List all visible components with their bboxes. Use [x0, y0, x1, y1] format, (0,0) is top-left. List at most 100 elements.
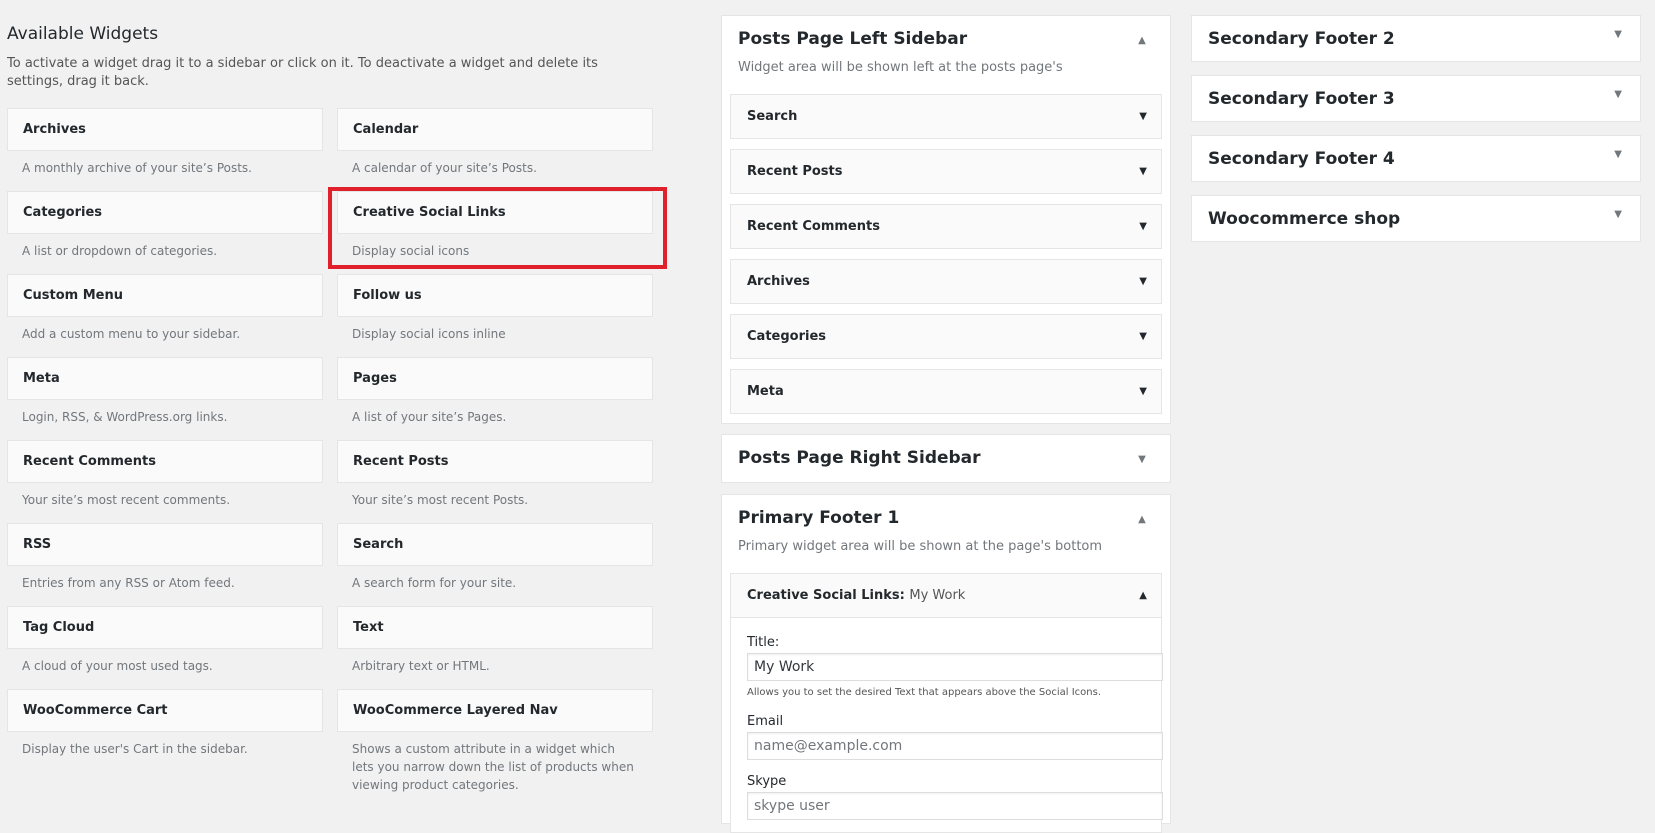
widget-recent-comments[interactable]: Recent Comments Your site’s most recent … [7, 440, 323, 509]
arrow-down-icon[interactable]: ▼ [1614, 149, 1622, 160]
widget-follow-us[interactable]: Follow us Display social icons inline [337, 274, 653, 343]
secondary-footer-4[interactable]: Secondary Footer 4 ▼ [1191, 135, 1641, 182]
sidebar-widget-categories[interactable]: Categories ▼ [730, 314, 1162, 359]
creative-social-links-widget-open: Creative Social Links: My Work ▲ Title: … [730, 573, 1163, 833]
widget-title[interactable]: Categories [747, 315, 826, 358]
sidebar-title[interactable]: Secondary Footer 2 [1208, 29, 1395, 49]
widget-title[interactable]: Recent Comments [7, 440, 323, 483]
widget-description: Display social icons inline [352, 327, 506, 341]
sidebar-widget-recent-comments[interactable]: Recent Comments ▼ [730, 204, 1162, 249]
sidebar-title[interactable]: Posts Page Left Sidebar [738, 29, 967, 49]
widget-text[interactable]: Text Arbitrary text or HTML. [337, 606, 653, 675]
widget-description: A list of your site’s Pages. [352, 410, 507, 424]
widget-calendar[interactable]: Calendar A calendar of your site’s Posts… [337, 108, 653, 177]
title-help-text: Allows you to set the desired Text that … [747, 687, 1102, 698]
widget-title[interactable]: WooCommerce Cart [7, 689, 323, 732]
widget-description: A calendar of your site’s Posts. [352, 161, 537, 175]
sidebar-widget-archives[interactable]: Archives ▼ [730, 259, 1162, 304]
widget-pages[interactable]: Pages A list of your site’s Pages. [337, 357, 653, 426]
widget-title[interactable]: Archives [747, 260, 810, 303]
sidebar-title[interactable]: Posts Page Right Sidebar [738, 448, 981, 468]
widget-header[interactable]: Creative Social Links: My Work ▲ [731, 574, 1161, 618]
widget-categories[interactable]: Categories A list or dropdown of categor… [7, 191, 323, 260]
sidebar-title[interactable]: Secondary Footer 4 [1208, 149, 1395, 169]
widget-description: A search form for your site. [352, 576, 517, 590]
email-label: Email [747, 714, 784, 729]
arrow-down-icon[interactable]: ▼ [1139, 315, 1147, 358]
widget-title[interactable]: Creative Social Links [337, 191, 653, 234]
posts-page-right-sidebar[interactable]: Posts Page Right Sidebar ▼ [721, 434, 1171, 483]
arrow-down-icon[interactable]: ▼ [1139, 205, 1147, 248]
widget-description: A cloud of your most used tags. [22, 659, 213, 673]
available-widgets-description: To activate a widget drag it to a sideba… [7, 56, 598, 89]
sidebar-widget-meta[interactable]: Meta ▼ [730, 369, 1162, 414]
email-input[interactable] [747, 732, 1163, 760]
widget-title[interactable]: Calendar [337, 108, 653, 151]
widget-title[interactable]: RSS [7, 523, 323, 566]
widget-title[interactable]: Recent Comments [747, 205, 880, 248]
widget-custom-menu[interactable]: Custom Menu Add a custom menu to your si… [7, 274, 323, 343]
widget-description: Display the user's Cart in the sidebar. [22, 742, 248, 756]
skype-label: Skype [747, 774, 787, 789]
widget-recent-posts[interactable]: Recent Posts Your site’s most recent Pos… [337, 440, 653, 509]
widget-rss[interactable]: RSS Entries from any RSS or Atom feed. [7, 523, 323, 592]
sidebar-title[interactable]: Primary Footer 1 [738, 508, 899, 528]
widget-title[interactable]: Search [337, 523, 653, 566]
widget-title[interactable]: Tag Cloud [7, 606, 323, 649]
title-label: Title: [747, 635, 780, 650]
widget-title[interactable]: Custom Menu [7, 274, 323, 317]
widget-description: Your site’s most recent comments. [22, 493, 231, 507]
skype-input[interactable] [747, 792, 1163, 820]
sidebar-widget-recent-posts[interactable]: Recent Posts ▼ [730, 149, 1162, 194]
widget-title[interactable]: Archives [7, 108, 323, 151]
arrow-down-icon[interactable]: ▼ [1614, 209, 1622, 220]
sidebar-description: Primary widget area will be shown at the… [738, 539, 1103, 554]
arrow-down-icon[interactable]: ▼ [1614, 29, 1622, 40]
widget-title[interactable]: Recent Posts [337, 440, 653, 483]
arrow-down-icon[interactable]: ▼ [1132, 450, 1152, 470]
arrow-down-icon[interactable]: ▼ [1139, 95, 1147, 138]
arrow-down-icon[interactable]: ▼ [1614, 89, 1622, 100]
widget-title[interactable]: Meta [7, 357, 323, 400]
widget-title[interactable]: Search [747, 95, 797, 138]
title-input[interactable] [747, 653, 1163, 681]
widget-woocommerce-cart[interactable]: WooCommerce Cart Display the user's Cart… [7, 689, 323, 758]
widget-description: Arbitrary text or HTML. [352, 659, 490, 673]
arrow-up-icon[interactable]: ▲ [1139, 574, 1147, 617]
widget-description: Add a custom menu to your sidebar. [22, 327, 241, 341]
widget-description: Display social icons [352, 244, 470, 258]
widget-description: A monthly archive of your site’s Posts. [22, 161, 252, 175]
widget-title[interactable]: Meta [747, 370, 784, 413]
secondary-footer-3[interactable]: Secondary Footer 3 ▼ [1191, 75, 1641, 122]
widget-description: Shows a custom attribute in a widget whi… [352, 742, 634, 792]
widget-title[interactable]: WooCommerce Layered Nav [337, 689, 653, 732]
available-widgets-title: Available Widgets [7, 24, 159, 44]
widget-creative-social-links[interactable]: Creative Social Links Display social ico… [337, 191, 653, 260]
widget-title: Creative Social Links: [747, 588, 905, 603]
widget-search[interactable]: Search A search form for your site. [337, 523, 653, 592]
arrow-down-icon[interactable]: ▼ [1139, 260, 1147, 303]
widget-title[interactable]: Pages [337, 357, 653, 400]
widget-woocommerce-layered-nav[interactable]: WooCommerce Layered Nav Shows a custom a… [337, 689, 653, 794]
widget-title[interactable]: Text [337, 606, 653, 649]
widget-title[interactable]: Follow us [337, 274, 653, 317]
widget-title[interactable]: Recent Posts [747, 150, 843, 193]
widget-description: Login, RSS, & WordPress.org links. [22, 410, 228, 424]
arrow-up-icon[interactable]: ▲ [1132, 510, 1152, 530]
sidebar-title[interactable]: Woocommerce shop [1208, 209, 1400, 229]
widget-meta[interactable]: Meta Login, RSS, & WordPress.org links. [7, 357, 323, 426]
widget-description: Entries from any RSS or Atom feed. [22, 576, 235, 590]
widget-description: Your site’s most recent Posts. [352, 493, 529, 507]
widget-instance-title: My Work [909, 588, 966, 603]
sidebar-description: Widget area will be shown left at the po… [738, 60, 1063, 75]
woocommerce-shop-area[interactable]: Woocommerce shop ▼ [1191, 195, 1641, 242]
arrow-up-icon[interactable]: ▲ [1132, 31, 1152, 51]
sidebar-widget-search[interactable]: Search ▼ [730, 94, 1162, 139]
arrow-down-icon[interactable]: ▼ [1139, 150, 1147, 193]
secondary-footer-2[interactable]: Secondary Footer 2 ▼ [1191, 15, 1641, 62]
widget-title[interactable]: Categories [7, 191, 323, 234]
widget-archives[interactable]: Archives A monthly archive of your site’… [7, 108, 323, 177]
arrow-down-icon[interactable]: ▼ [1139, 370, 1147, 413]
sidebar-title[interactable]: Secondary Footer 3 [1208, 89, 1395, 109]
widget-tag-cloud[interactable]: Tag Cloud A cloud of your most used tags… [7, 606, 323, 675]
